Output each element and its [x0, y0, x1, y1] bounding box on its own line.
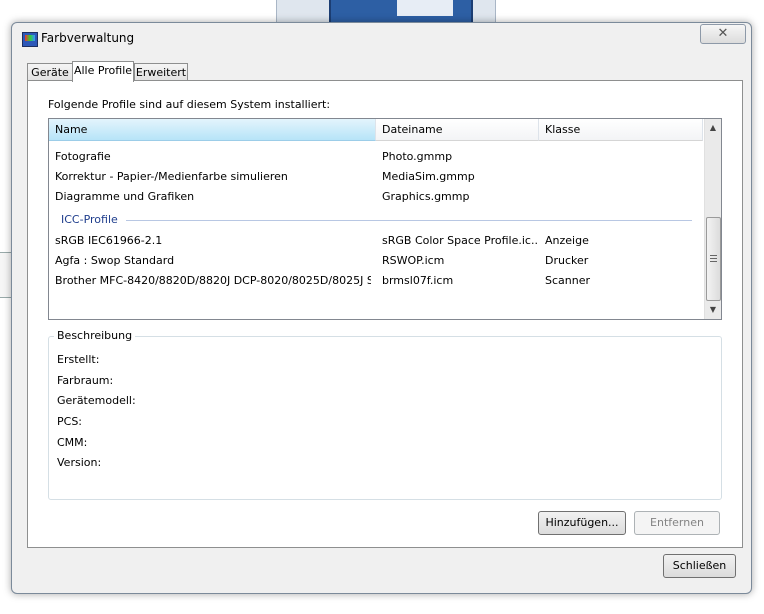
- group-divider: [126, 220, 692, 221]
- scroll-up-icon[interactable]: ▲: [705, 120, 721, 136]
- profile-name: Diagramme und Grafiken: [55, 190, 195, 203]
- profile-class: Scanner: [545, 274, 591, 287]
- field-pcs: PCS:: [57, 415, 83, 428]
- color-management-icon: [22, 32, 38, 47]
- close-window-button[interactable]: ✕: [700, 24, 746, 44]
- column-header-name[interactable]: Name: [49, 119, 376, 141]
- profile-file: Photo.gmmp: [382, 150, 453, 163]
- window-title: Farbverwaltung: [41, 31, 135, 45]
- profile-name: Fotografie: [55, 150, 111, 163]
- grip-icon: [710, 255, 717, 262]
- tab-alle-profile[interactable]: Alle Profile: [72, 61, 134, 82]
- scroll-thumb[interactable]: [706, 217, 721, 301]
- profile-class: Anzeige: [545, 234, 589, 247]
- profile-file: MediaSim.gmmp: [382, 170, 475, 183]
- field-cmm: CMM:: [57, 436, 88, 449]
- profile-file: RSWOP.icm: [382, 254, 445, 267]
- profile-file: brmsl07f.icm: [382, 274, 454, 287]
- column-header-dateiname[interactable]: Dateiname: [376, 119, 539, 141]
- close-button[interactable]: Schließen: [663, 554, 736, 578]
- color-management-dialog: Farbverwaltung ✕ Geräte Alle Profile Erw…: [11, 22, 752, 594]
- title-bar[interactable]: Farbverwaltung ✕: [12, 23, 751, 53]
- profile-file: sRGB Color Space Profile.ic...: [382, 234, 537, 247]
- field-version: Version:: [57, 456, 102, 469]
- field-geraetemodell: Gerätemodell:: [57, 394, 136, 407]
- profile-name: Korrektur - Papier-/Medienfarbe simulier…: [55, 170, 288, 183]
- add-button[interactable]: Hinzufügen...: [538, 511, 626, 535]
- intro-text: Folgende Profile sind auf diesem System …: [48, 98, 331, 111]
- field-erstellt: Erstellt:: [57, 353, 100, 366]
- remove-button[interactable]: Entfernen: [634, 511, 720, 535]
- profile-name: Agfa : Swop Standard: [55, 254, 175, 267]
- group-header-icc[interactable]: ICC-Profile: [61, 213, 118, 227]
- description-group: Beschreibung Erstellt: Farbraum: Gerätem…: [48, 329, 722, 500]
- scroll-down-icon[interactable]: ▼: [705, 302, 721, 318]
- vertical-scrollbar[interactable]: ▲ ▼: [704, 119, 721, 319]
- tab-panel-alle-profile: Folgende Profile sind auf diesem System …: [27, 80, 743, 548]
- tab-geraete[interactable]: Geräte: [27, 63, 73, 81]
- profile-name: sRGB IEC61966-2.1: [55, 234, 163, 247]
- tab-erweitert[interactable]: Erweitert: [134, 63, 188, 81]
- background-thumbnail: [329, 0, 473, 24]
- profile-file: Graphics.gmmp: [382, 190, 470, 203]
- profile-class: Drucker: [545, 254, 589, 267]
- column-header-klasse[interactable]: Klasse: [539, 119, 703, 141]
- profile-list[interactable]: Name Dateiname Klasse Fotografie Photo.g…: [48, 118, 722, 320]
- profile-name: Brother MFC-8420/8820D/8820J DCP-8020/80…: [55, 274, 371, 287]
- field-farbraum: Farbraum:: [57, 374, 114, 387]
- description-title: Beschreibung: [54, 329, 136, 342]
